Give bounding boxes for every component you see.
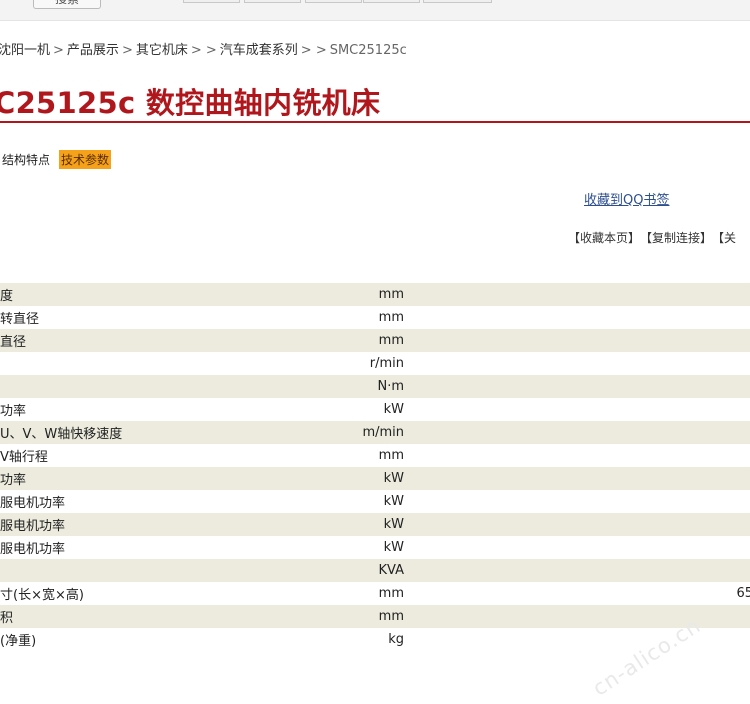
bookmark-qq-link[interactable]: 收藏到QQ书签 bbox=[584, 189, 669, 208]
spec-value-cell bbox=[410, 513, 750, 536]
spec-value-cell bbox=[410, 559, 750, 582]
spec-name bbox=[0, 559, 360, 582]
spec-name bbox=[0, 352, 360, 375]
nav-tab[interactable] bbox=[305, 0, 362, 3]
spec-name: 寸(长×宽×高) bbox=[0, 588, 84, 603]
top-toolbar: 搜索 bbox=[0, 0, 750, 21]
spec-row: U、V、W轴快移速度 m/min bbox=[0, 421, 750, 444]
spec-name: 服电机功率 bbox=[0, 542, 66, 557]
spec-unit: N·m bbox=[360, 375, 404, 398]
spec-unit: kW bbox=[383, 402, 404, 417]
spec-row: 功率 kW bbox=[0, 467, 750, 490]
spec-row: N·m bbox=[0, 375, 750, 398]
spec-value-cell bbox=[410, 536, 750, 559]
bookmark-page-link[interactable]: 【收藏本页】 bbox=[568, 231, 640, 245]
breadcrumb-separator: > > bbox=[300, 43, 327, 58]
spec-name: (净重) bbox=[0, 634, 37, 649]
spec-value-cell bbox=[410, 329, 750, 352]
spec-unit: kW bbox=[383, 494, 404, 509]
spec-value-cell: 65 bbox=[410, 582, 750, 605]
spec-row: r/min bbox=[0, 352, 750, 375]
spec-row: 服电机功率 kW bbox=[0, 490, 750, 513]
spec-unit: mm bbox=[360, 283, 404, 306]
page-actions: 【收藏本页】 【复制连接】 【关 bbox=[568, 229, 742, 246]
spec-name: 服电机功率 bbox=[0, 496, 66, 511]
spec-name: 度 bbox=[0, 283, 360, 306]
spec-table: 度 mm 转直径 mm 直径 mm r/min N·m 功率 kW U、V、W轴快移速度 m/min V… bbox=[0, 283, 750, 651]
spec-row: 转直径 mm bbox=[0, 306, 750, 329]
search-button[interactable]: 搜索 bbox=[33, 0, 101, 9]
spec-value-cell bbox=[410, 398, 750, 421]
spec-row: 寸(长×宽×高) mm 65 bbox=[0, 582, 750, 605]
spec-unit: mm bbox=[360, 605, 404, 628]
spec-row: 度 mm bbox=[0, 283, 750, 306]
spec-unit: KVA bbox=[360, 559, 404, 582]
title-divider bbox=[0, 121, 750, 123]
spec-name: 功率 bbox=[0, 467, 360, 490]
tab-technical-parameters[interactable]: 技术参数 bbox=[59, 150, 112, 169]
breadcrumb-link-auto-series[interactable]: 汽车成套系列 bbox=[220, 43, 298, 58]
breadcrumb-separator: > > bbox=[190, 43, 217, 58]
spec-unit: kW bbox=[360, 513, 404, 536]
spec-value-cell bbox=[410, 306, 750, 329]
spec-value-cell bbox=[410, 283, 750, 306]
spec-value-cell bbox=[410, 490, 750, 513]
spec-row: KVA bbox=[0, 559, 750, 582]
breadcrumb-separator: > bbox=[121, 43, 133, 58]
breadcrumb-link-home[interactable]: 沈阳一机 bbox=[0, 43, 50, 58]
breadcrumb-link-products[interactable]: 产品展示 bbox=[67, 43, 119, 58]
spec-unit: mm bbox=[378, 310, 404, 325]
spec-unit: mm bbox=[378, 448, 404, 463]
breadcrumb-current: SMC25125c bbox=[329, 43, 407, 58]
spec-unit: mm bbox=[378, 586, 404, 601]
nav-tab[interactable] bbox=[423, 0, 492, 3]
spec-row: 服电机功率 kW bbox=[0, 513, 750, 536]
spec-name: 直径 bbox=[0, 329, 360, 352]
spec-value-cell bbox=[410, 375, 750, 398]
spec-unit: m/min bbox=[360, 421, 404, 444]
page-title: C25125c 数控曲轴内铣机床 bbox=[0, 86, 381, 120]
spec-unit: mm bbox=[360, 329, 404, 352]
spec-value-cell bbox=[410, 605, 750, 628]
spec-value-cell bbox=[410, 467, 750, 490]
spec-row: 积 mm bbox=[0, 605, 750, 628]
spec-value-cell bbox=[410, 628, 750, 651]
spec-name bbox=[0, 375, 360, 398]
nav-tab[interactable] bbox=[244, 0, 301, 3]
spec-value: 65 bbox=[736, 586, 750, 601]
spec-name: 积 bbox=[0, 605, 360, 628]
spec-name: V轴行程 bbox=[0, 450, 48, 465]
content-tabs: 结构特点 技术参数 bbox=[0, 150, 118, 169]
spec-name: 功率 bbox=[0, 404, 27, 419]
spec-unit: r/min bbox=[369, 356, 404, 371]
nav-tab[interactable] bbox=[183, 0, 240, 3]
tab-structure-features[interactable]: 结构特点 bbox=[0, 150, 52, 169]
spec-row: V轴行程 mm bbox=[0, 444, 750, 467]
spec-name: U、V、W轴快移速度 bbox=[0, 421, 360, 444]
breadcrumb-link-other-machines[interactable]: 其它机床 bbox=[136, 43, 188, 58]
spec-row: (净重) kg bbox=[0, 628, 750, 651]
spec-unit: kW bbox=[360, 467, 404, 490]
spec-name: 服电机功率 bbox=[0, 513, 360, 536]
spec-value-cell bbox=[410, 421, 750, 444]
breadcrumb-separator: > bbox=[53, 43, 64, 58]
spec-value-cell bbox=[410, 444, 750, 467]
nav-tab[interactable] bbox=[363, 0, 420, 3]
breadcrumb: 沈阳一机 > 产品展示 > 其它机床 > > 汽车成套系列 > > SMC25125c bbox=[0, 39, 407, 58]
spec-unit: kg bbox=[388, 632, 404, 647]
copy-link-link[interactable]: 【复制连接】 bbox=[646, 231, 712, 245]
spec-name: 转直径 bbox=[0, 312, 40, 327]
spec-unit: kW bbox=[383, 540, 404, 555]
spec-row: 服电机功率 kW bbox=[0, 536, 750, 559]
close-page-link[interactable]: 【关 bbox=[718, 231, 736, 245]
spec-value-cell bbox=[410, 352, 750, 375]
spec-row: 直径 mm bbox=[0, 329, 750, 352]
spec-row: 功率 kW bbox=[0, 398, 750, 421]
